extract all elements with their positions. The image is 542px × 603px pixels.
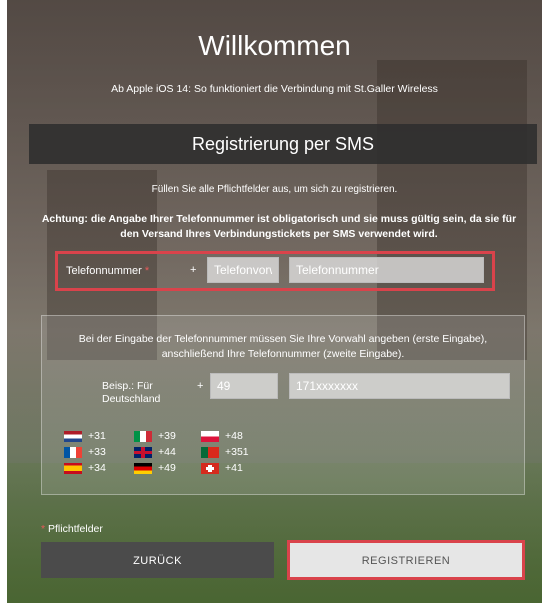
phone-number-input[interactable] xyxy=(289,257,484,283)
example-label: Beisp.: Für Deutschland xyxy=(102,380,161,405)
spain-flag-icon xyxy=(64,462,82,474)
example-plus-sign: + xyxy=(197,380,204,392)
country-code-gb: +44 xyxy=(134,446,176,458)
france-flag-icon xyxy=(64,446,82,458)
country-code-ch: +41 xyxy=(201,462,243,474)
poland-flag-icon xyxy=(201,430,219,442)
country-code-es: +34 xyxy=(64,462,106,474)
example-number-field xyxy=(289,373,510,399)
page-title: Willkommen xyxy=(198,30,351,61)
example-info-text: Bei der Eingabe der Telefonnummer müssen… xyxy=(78,333,488,360)
register-button[interactable]: REGISTRIEREN xyxy=(290,543,522,577)
plus-sign: + xyxy=(190,264,197,276)
section-title: Registrierung per SMS xyxy=(29,124,537,164)
phone-input-row: Telefonnummer * + xyxy=(55,251,495,291)
country-code-it: +39 xyxy=(134,430,176,442)
switzerland-flag-icon xyxy=(201,462,219,474)
phone-label: Telefonnummer * xyxy=(66,265,150,277)
register-button-highlight: REGISTRIEREN xyxy=(287,540,525,580)
back-button[interactable]: ZURÜCK xyxy=(41,542,274,578)
phone-prefix-input[interactable] xyxy=(207,257,279,283)
country-code-nl: +31 xyxy=(64,430,106,442)
ios-info-link[interactable]: Ab Apple iOS 14: So funktioniert die Ver… xyxy=(7,83,542,95)
warning-text: Achtung: die Angabe Ihrer Telefonnummer … xyxy=(41,213,517,240)
page: Willkommen Ab Apple iOS 14: So funktioni… xyxy=(0,0,542,603)
portugal-flag-icon xyxy=(201,446,219,458)
required-fields-note: * Pflichtfelder xyxy=(41,523,103,535)
germany-flag-icon xyxy=(134,462,152,474)
country-code-pt: +351 xyxy=(201,446,249,458)
instruction-text: Füllen Sie alle Pflichtfelder aus, um si… xyxy=(151,184,398,195)
example-box: Bei der Eingabe der Telefonnummer müssen… xyxy=(41,315,525,495)
country-code-fr: +33 xyxy=(64,446,106,458)
italy-flag-icon xyxy=(134,430,152,442)
country-code-pl: +48 xyxy=(201,430,243,442)
uk-flag-icon xyxy=(134,446,152,458)
country-code-de: +49 xyxy=(134,462,176,474)
example-prefix-field xyxy=(210,373,278,399)
required-asterisk: * xyxy=(144,265,150,277)
netherlands-flag-icon xyxy=(64,430,82,442)
